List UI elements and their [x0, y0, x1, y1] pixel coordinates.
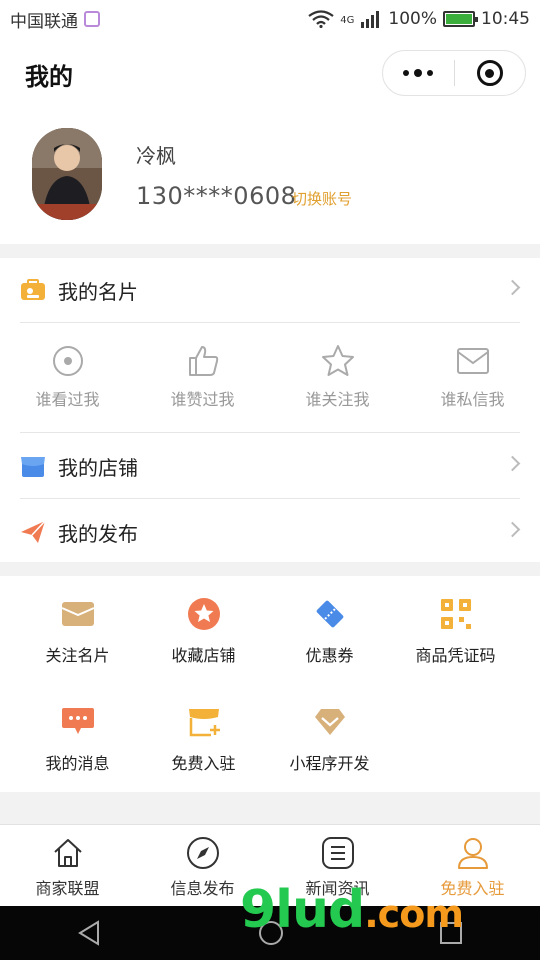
chevron-right-icon	[504, 455, 521, 472]
avatar-photo	[32, 128, 102, 220]
grid-my-messages[interactable]: 我的消息	[10, 684, 145, 784]
more-dot-icon	[427, 69, 434, 76]
divider	[20, 322, 520, 323]
back-icon[interactable]	[76, 919, 104, 947]
status-right: 4G 100% 10:45	[308, 9, 530, 29]
chevron-right-icon	[504, 279, 521, 296]
divider	[20, 432, 520, 433]
card-icon	[20, 277, 46, 303]
page-title: 我的	[25, 62, 73, 91]
grid-label: 小程序开发	[289, 754, 370, 773]
tab-label: 信息发布	[170, 879, 235, 898]
stat-followed-me[interactable]: 谁关注我	[270, 324, 405, 432]
my-shop-row[interactable]: 我的店铺	[0, 434, 540, 498]
grid-coupons[interactable]: 优惠券	[262, 576, 397, 676]
thumbs-up-icon	[186, 344, 220, 378]
grid-follow-cards[interactable]: 关注名片	[10, 576, 145, 676]
card-stats: 谁看过我 谁赞过我 谁关注我 谁私信我	[0, 324, 540, 432]
battery-fill	[446, 14, 472, 24]
more-menu-button[interactable]	[383, 68, 454, 77]
tab-merchant-alliance[interactable]: 商家联盟	[0, 825, 135, 906]
avatar[interactable]	[32, 128, 102, 220]
shop-icon	[20, 453, 46, 479]
grid-mini-program-dev[interactable]: 小程序开发	[262, 684, 397, 784]
watermark-main: 9lud	[240, 880, 365, 940]
stat-label: 谁赞过我	[170, 390, 235, 409]
grid-label: 免费入驻	[171, 754, 236, 773]
wifi-icon	[308, 10, 334, 28]
stat-liked-me[interactable]: 谁赞过我	[135, 324, 270, 432]
target-icon	[476, 60, 503, 86]
grid-label: 商品凭证码	[415, 646, 496, 665]
signal-icon	[361, 11, 380, 28]
grid-product-voucher[interactable]: 商品凭证码	[388, 576, 523, 676]
user-phone: 130****0608	[136, 182, 297, 210]
message-icon	[61, 704, 95, 740]
profile-section: 冷枫 130****0608 切换账号	[0, 110, 540, 244]
grid-label: 关注名片	[45, 646, 110, 665]
mini-program-capsule	[382, 50, 526, 96]
compass-icon	[186, 835, 220, 871]
stat-messaged-me[interactable]: 谁私信我	[405, 324, 540, 432]
eye-icon	[51, 344, 85, 378]
battery-percent: 100%	[388, 9, 437, 29]
carrier: 中国联通	[10, 7, 100, 32]
diamond-icon	[313, 704, 347, 740]
star-icon	[321, 344, 355, 378]
card-holder-icon	[61, 596, 95, 632]
stat-label: 谁私信我	[440, 390, 505, 409]
close-program-button[interactable]	[455, 60, 526, 86]
stat-label: 谁看过我	[35, 390, 100, 409]
battery-icon	[443, 11, 478, 27]
my-card-row[interactable]: 我的名片	[0, 258, 540, 322]
chevron-right-icon	[504, 521, 521, 538]
mail-icon	[456, 344, 490, 378]
qr-code-icon	[440, 596, 472, 632]
my-posts-row[interactable]: 我的发布	[0, 500, 540, 564]
tab-label: 商家联盟	[35, 879, 100, 898]
my-posts-label: 我的发布	[58, 521, 138, 546]
status-bar: 中国联通 4G 100% 10:45	[0, 0, 540, 38]
switch-account-link[interactable]: 切换账号	[292, 188, 352, 209]
paper-plane-icon	[20, 519, 46, 545]
grid-favorite-shops[interactable]: 收藏店铺	[136, 576, 271, 676]
coupon-icon	[313, 596, 347, 632]
page-header: 我的	[0, 38, 540, 110]
carrier-name: 中国联通	[10, 11, 78, 32]
network-type: 4G	[340, 15, 355, 26]
my-card-label: 我的名片	[58, 279, 138, 304]
divider	[20, 498, 520, 499]
star-badge-icon	[187, 596, 221, 632]
home-icon	[52, 835, 84, 871]
grid-label: 收藏店铺	[171, 646, 236, 665]
user-icon	[456, 835, 490, 871]
store-add-icon	[187, 704, 221, 740]
grid-free-join[interactable]: 免费入驻	[136, 684, 271, 784]
clock: 10:45	[481, 9, 530, 29]
list-icon	[321, 835, 355, 871]
gallery-icon	[84, 11, 100, 27]
watermark: 9lud.com	[240, 880, 464, 940]
my-shop-label: 我的店铺	[58, 455, 138, 480]
grid-label: 优惠券	[305, 646, 354, 665]
stat-label: 谁关注我	[305, 390, 370, 409]
stat-viewed-me[interactable]: 谁看过我	[0, 324, 135, 432]
watermark-suffix: .com	[364, 892, 464, 936]
feature-grid: 关注名片 收藏店铺 优惠券 商品凭证码 我的消息 免费入驻 小程序开发	[0, 576, 540, 792]
more-dot-icon	[414, 68, 423, 77]
more-dot-icon	[403, 69, 410, 76]
grid-label: 我的消息	[45, 754, 110, 773]
user-name: 冷枫	[136, 144, 176, 168]
account-menu: 我的名片 谁看过我 谁赞过我 谁关注我 谁私信我 我的店铺 我的发布	[0, 258, 540, 562]
